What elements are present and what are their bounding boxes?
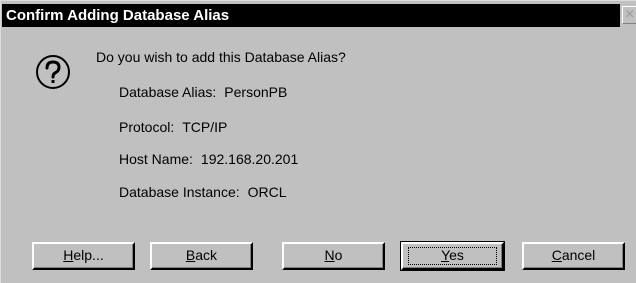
cancel-button[interactable]: Cancel (522, 242, 625, 270)
cancel-label: ancel (561, 247, 596, 263)
title-bar[interactable]: Confirm Adding Database Alias (2, 4, 620, 27)
protocol-label: Protocol: (119, 119, 175, 135)
focus-indicator (408, 247, 497, 265)
close-icon: × (625, 6, 635, 23)
database-alias-row: Database Alias: PersonPB (119, 84, 287, 101)
back-mnemonic: B (185, 247, 196, 263)
host-name-row: Host Name: 192.168.20.201 (119, 151, 298, 168)
confirm-dialog: Confirm Adding Database Alias × Do you w… (0, 0, 636, 283)
help-label: elp... (73, 247, 104, 263)
protocol-row: Protocol: TCP/IP (119, 119, 227, 136)
back-label: ack (195, 247, 218, 263)
dialog-title: Confirm Adding Database Alias (6, 7, 230, 24)
database-instance-value: ORCL (247, 184, 287, 200)
host-name-label: Host Name: (119, 151, 193, 167)
close-button[interactable]: × (622, 6, 636, 24)
cancel-mnemonic: C (551, 247, 562, 263)
help-mnemonic: H (63, 247, 74, 263)
no-label: o (334, 247, 343, 263)
back-button[interactable]: Back (150, 242, 253, 270)
database-instance-label: Database Instance: (119, 184, 240, 200)
help-button[interactable]: Help... (32, 242, 135, 270)
database-alias-value: PersonPB (224, 84, 288, 100)
database-alias-label: Database Alias: (119, 84, 217, 100)
yes-button[interactable]: Yes (400, 241, 505, 271)
host-name-value: 192.168.20.201 (200, 151, 299, 167)
confirmation-prompt: Do you wish to add this Database Alias? (96, 49, 346, 65)
no-button[interactable]: No (282, 242, 385, 270)
database-instance-row: Database Instance: ORCL (119, 184, 287, 201)
question-icon (36, 55, 70, 89)
no-mnemonic: N (324, 247, 335, 263)
protocol-value: TCP/IP (182, 119, 228, 135)
